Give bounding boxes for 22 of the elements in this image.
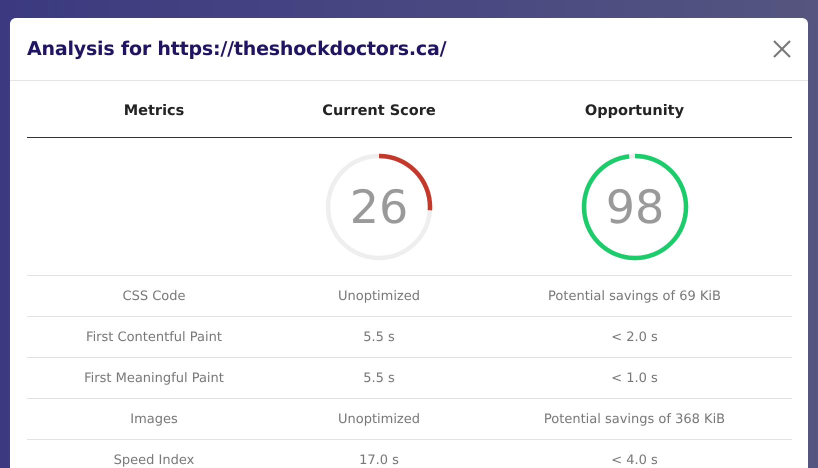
table-cell-text: First Meaningful Paint <box>83 370 225 386</box>
table-cell-text: Potential savings of 368 KiB <box>542 412 726 426</box>
table-cell-text: 5.5 s <box>362 330 396 344</box>
column-header: Opportunity <box>584 102 686 119</box>
table-cell-text: < 2.0 s <box>610 330 659 344</box>
score-value: 26 <box>350 180 408 234</box>
table-cell-text: 17.0 s <box>358 452 400 468</box>
close-icon <box>772 39 792 59</box>
table-cell-text: < 1.0 s <box>610 370 659 386</box>
score-value: 98 <box>605 180 664 234</box>
table-cell-text: CSS Code <box>122 288 186 304</box>
table-cell-text: 5.5 s <box>362 370 396 386</box>
table-cell-text: Unoptimized <box>336 288 422 304</box>
table-cell-text: First Contentful Paint <box>85 330 223 344</box>
table-cell-text: < 4.0 s <box>610 452 659 468</box>
column-header: Current Score <box>321 102 437 119</box>
dialog-title: Analysis for https://theshockdoctors.ca/ <box>27 38 446 60</box>
table-cell-text: Potential savings of 69 KiB <box>547 288 722 304</box>
column-header: Metrics <box>122 102 186 119</box>
table-cell-text: Images <box>129 412 179 426</box>
table-cell-text: Speed Index <box>112 452 196 468</box>
table-cell-text: Unoptimized <box>336 412 422 426</box>
